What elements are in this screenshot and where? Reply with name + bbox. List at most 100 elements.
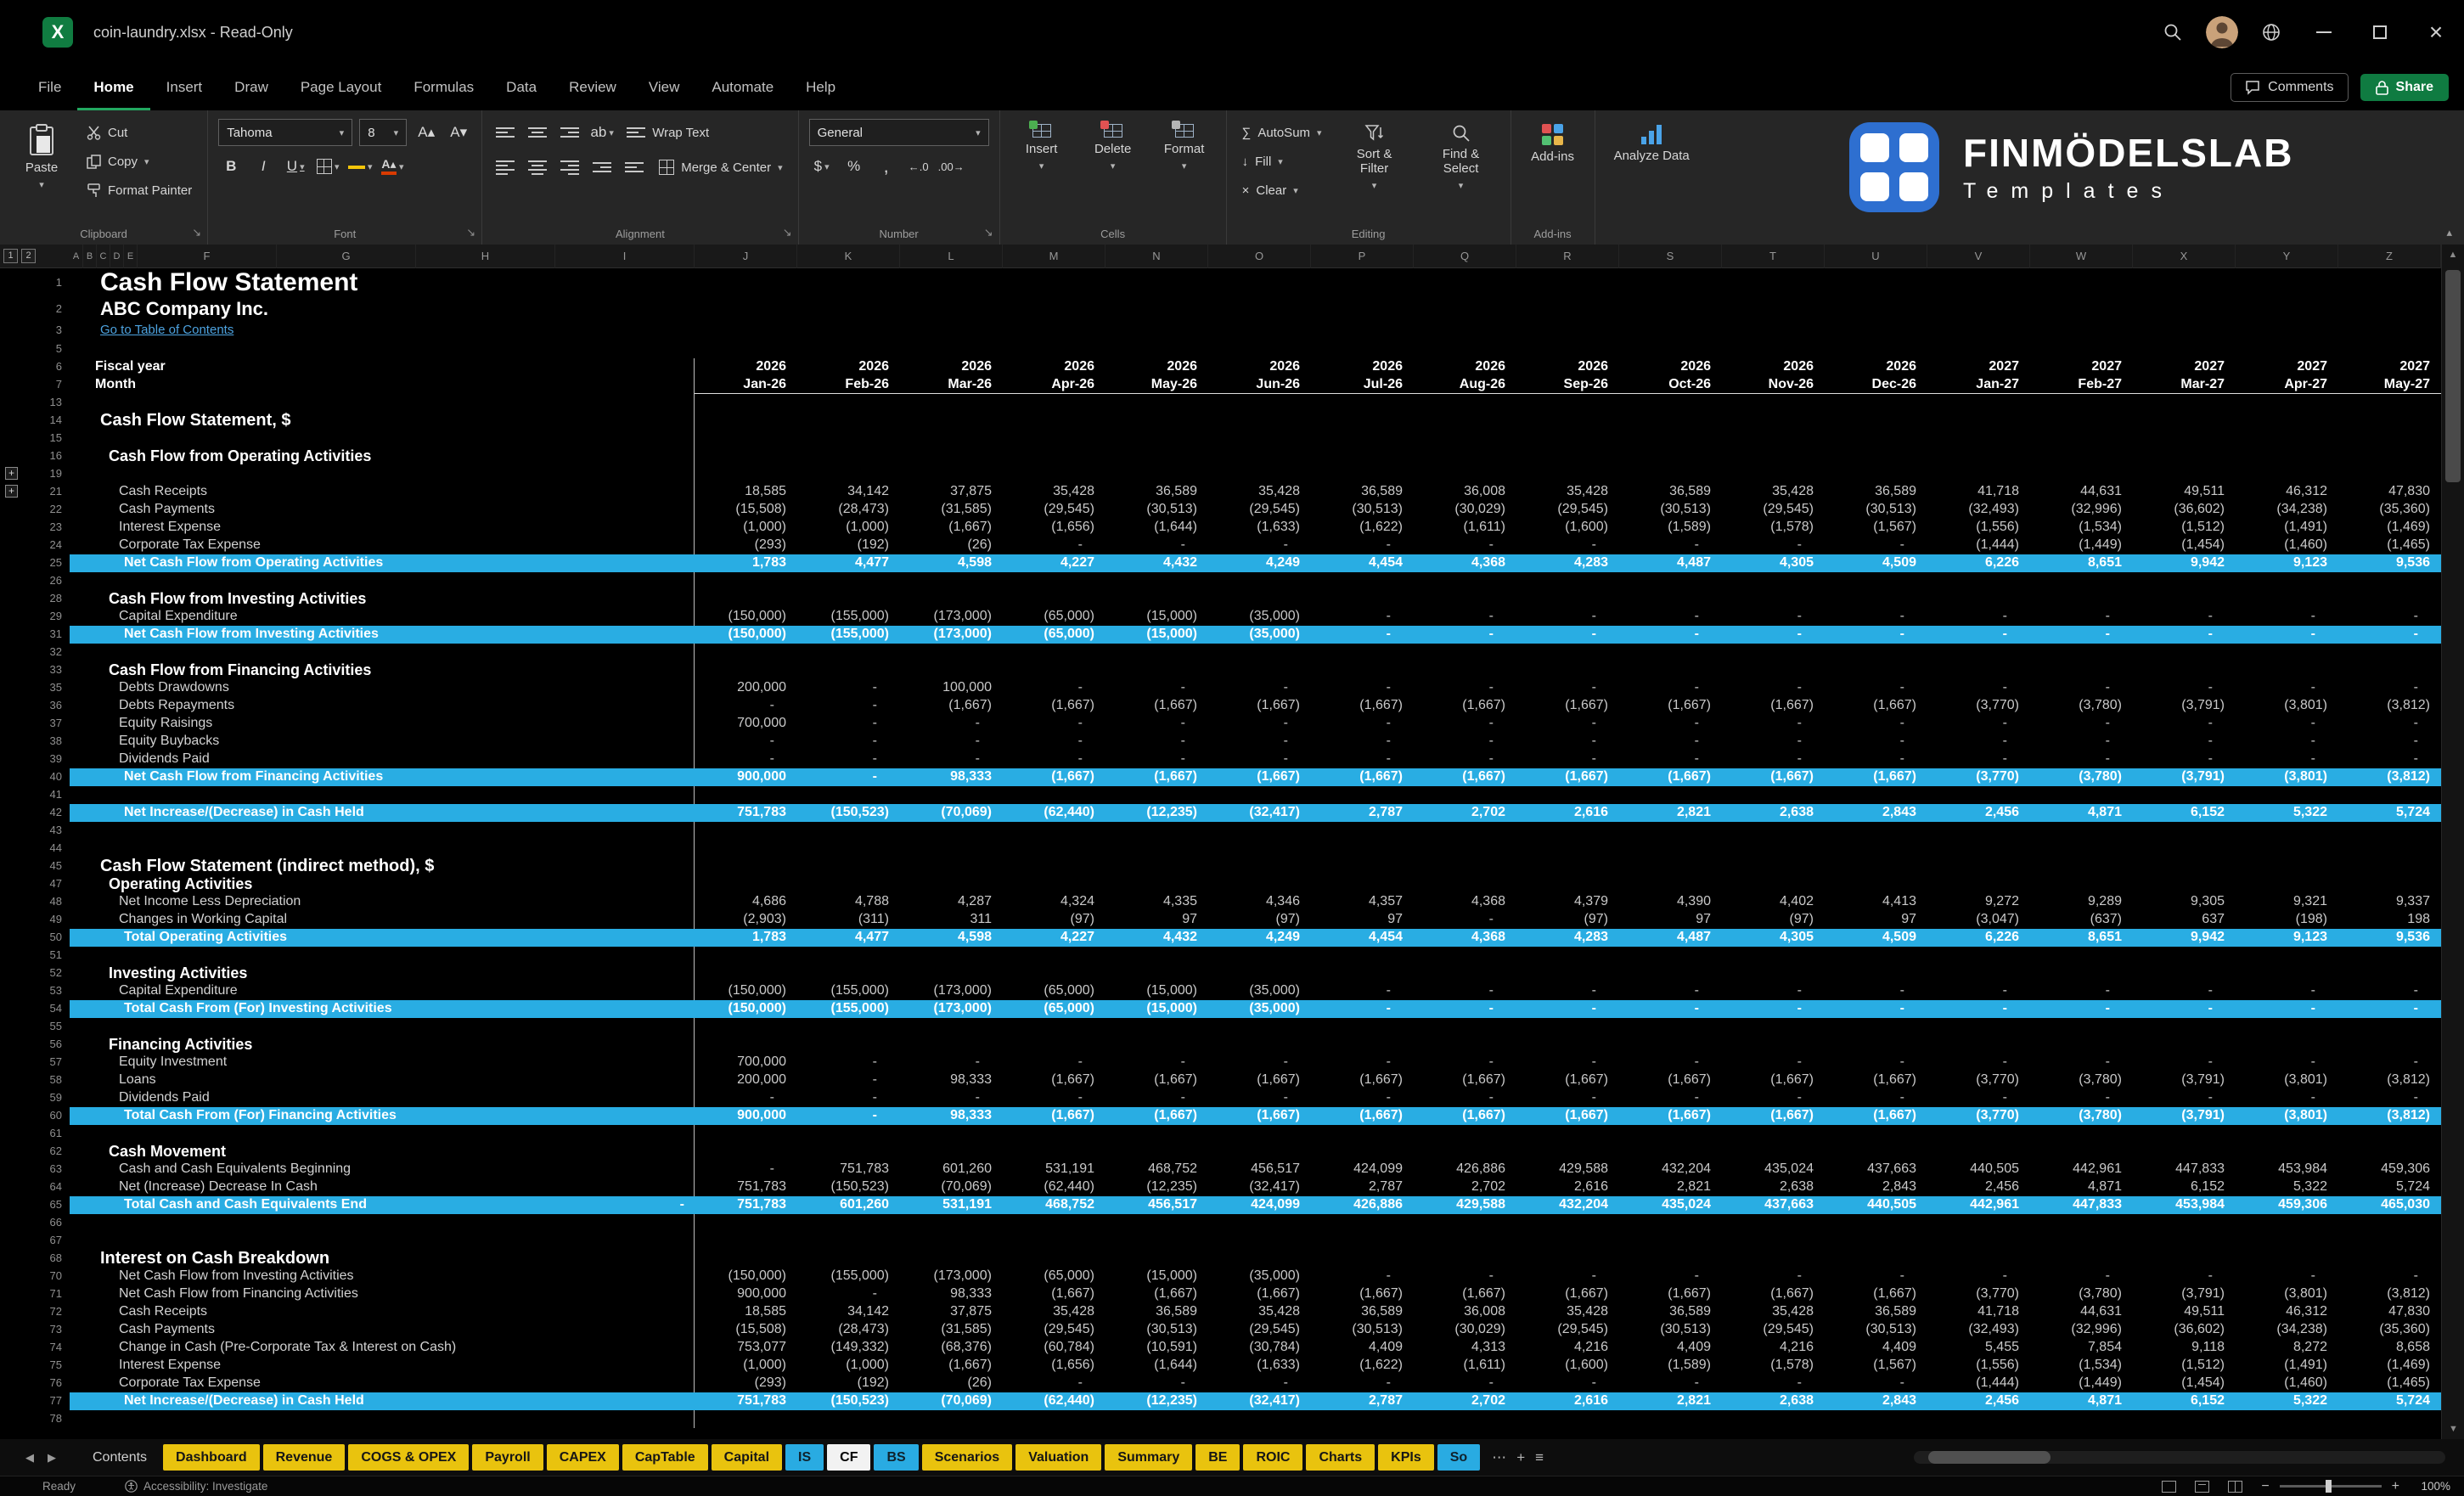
cell-J59[interactable]: - <box>695 1089 797 1107</box>
cell-J38[interactable]: - <box>695 733 797 751</box>
cell-P29[interactable]: - <box>1311 608 1414 626</box>
cell-Y7[interactable]: Apr-27 <box>2236 376 2338 394</box>
row-header-78[interactable]: 78 <box>24 1410 70 1428</box>
cell-R63[interactable]: 429,588 <box>1516 1161 1619 1178</box>
cell-U29[interactable]: - <box>1825 608 1927 626</box>
cell-O24[interactable]: - <box>1208 537 1311 554</box>
cell-Q74[interactable]: 4,313 <box>1414 1339 1516 1357</box>
menu-tab-view[interactable]: View <box>633 65 696 110</box>
cell-N71[interactable]: (1,667) <box>1105 1285 1208 1303</box>
cell-W54[interactable]: - <box>2030 1000 2133 1018</box>
cell-N60[interactable]: (1,667) <box>1105 1107 1208 1125</box>
cell-M59[interactable]: - <box>1003 1089 1105 1107</box>
dialog-launcher-icon[interactable]: ↘ <box>466 226 475 239</box>
cell-V64[interactable]: 2,456 <box>1927 1178 2030 1196</box>
cell-O73[interactable]: (29,545) <box>1208 1321 1311 1339</box>
cell-S6[interactable]: 2026 <box>1619 358 1722 376</box>
cell-N50[interactable]: 4,432 <box>1105 929 1208 947</box>
cell-Z6[interactable]: 2027 <box>2338 358 2441 376</box>
cell-K58[interactable]: - <box>797 1071 900 1089</box>
cell-J73[interactable]: (15,508) <box>695 1321 797 1339</box>
cell-Z39[interactable]: - <box>2338 751 2441 768</box>
column-header-E[interactable]: E <box>124 245 138 268</box>
cell-M38[interactable]: - <box>1003 733 1105 751</box>
cell-R64[interactable]: 2,616 <box>1516 1178 1619 1196</box>
cell-J25[interactable]: 1,783 <box>695 554 797 572</box>
cell-X36[interactable]: (3,791) <box>2133 697 2236 715</box>
cell-Y37[interactable]: - <box>2236 715 2338 733</box>
row-header-2[interactable]: 2 <box>24 297 70 321</box>
cell-Y54[interactable]: - <box>2236 1000 2338 1018</box>
cell-P38[interactable]: - <box>1311 733 1414 751</box>
cell-S59[interactable]: - <box>1619 1089 1722 1107</box>
sheet-tab-scenarios[interactable]: Scenarios <box>922 1444 1012 1471</box>
cell-L74[interactable]: (68,376) <box>900 1339 1003 1357</box>
cell-L63[interactable]: 601,260 <box>900 1161 1003 1178</box>
row-header-73[interactable]: 73 <box>24 1321 70 1339</box>
cell-R38[interactable]: - <box>1516 733 1619 751</box>
cell-Q72[interactable]: 36,008 <box>1414 1303 1516 1321</box>
cell-T42[interactable]: 2,638 <box>1722 804 1825 822</box>
cell-V31[interactable]: - <box>1927 626 2030 644</box>
cell-O6[interactable]: 2026 <box>1208 358 1311 376</box>
cell-Q38[interactable]: - <box>1414 733 1516 751</box>
cell-S63[interactable]: 432,204 <box>1619 1161 1722 1178</box>
cell-J31[interactable]: (150,000) <box>695 626 797 644</box>
row-header-43[interactable]: 43 <box>24 822 70 840</box>
sheet-tab-roic[interactable]: ROIC <box>1243 1444 1302 1471</box>
cell-M64[interactable]: (62,440) <box>1003 1178 1105 1196</box>
cell-U25[interactable]: 4,509 <box>1825 554 1927 572</box>
cell-S40[interactable]: (1,667) <box>1619 768 1722 786</box>
cell-Q25[interactable]: 4,368 <box>1414 554 1516 572</box>
cell-K23[interactable]: (1,000) <box>797 519 900 537</box>
cell-L76[interactable]: (26) <box>900 1375 1003 1392</box>
sheet-tab-revenue[interactable]: Revenue <box>263 1444 346 1471</box>
column-header-V[interactable]: V <box>1927 245 2030 268</box>
cell-V38[interactable]: - <box>1927 733 2030 751</box>
cell-Q76[interactable]: - <box>1414 1375 1516 1392</box>
cell-Y38[interactable]: - <box>2236 733 2338 751</box>
cell-O7[interactable]: Jun-26 <box>1208 376 1311 394</box>
cell-J6[interactable]: 2026 <box>695 358 797 376</box>
cell-X37[interactable]: - <box>2133 715 2236 733</box>
cell-Q48[interactable]: 4,368 <box>1414 893 1516 911</box>
grow-font-button[interactable]: A▴ <box>413 120 439 145</box>
cell-K70[interactable]: (155,000) <box>797 1268 900 1285</box>
cell-T75[interactable]: (1,578) <box>1722 1357 1825 1375</box>
shrink-font-button[interactable]: A▾ <box>446 120 471 145</box>
cell-L31[interactable]: (173,000) <box>900 626 1003 644</box>
page-layout-view-icon[interactable] <box>2195 1481 2209 1493</box>
cell-K29[interactable]: (155,000) <box>797 608 900 626</box>
borders-button[interactable]: ▾ <box>315 154 340 179</box>
cell-T77[interactable]: 2,638 <box>1722 1392 1825 1410</box>
cell-O70[interactable]: (35,000) <box>1208 1268 1311 1285</box>
cell-J58[interactable]: 200,000 <box>695 1071 797 1089</box>
cell-S77[interactable]: 2,821 <box>1619 1392 1722 1410</box>
dialog-launcher-icon[interactable]: ↘ <box>783 226 792 239</box>
cell-J42[interactable]: 751,783 <box>695 804 797 822</box>
cell-P60[interactable]: (1,667) <box>1311 1107 1414 1125</box>
cell-V59[interactable]: - <box>1927 1089 2030 1107</box>
menu-tab-help[interactable]: Help <box>790 65 852 110</box>
cell-U48[interactable]: 4,413 <box>1825 893 1927 911</box>
cell-V39[interactable]: - <box>1927 751 2030 768</box>
cell-J72[interactable]: 18,585 <box>695 1303 797 1321</box>
cell-V23[interactable]: (1,556) <box>1927 519 2030 537</box>
cell-S24[interactable]: - <box>1619 537 1722 554</box>
increase-indent-button[interactable] <box>622 155 647 180</box>
cell-X23[interactable]: (1,512) <box>2133 519 2236 537</box>
cell-O75[interactable]: (1,633) <box>1208 1357 1311 1375</box>
cell-V35[interactable]: - <box>1927 679 2030 697</box>
menu-tab-file[interactable]: File <box>22 65 77 110</box>
cell-S74[interactable]: 4,409 <box>1619 1339 1722 1357</box>
menu-tab-home[interactable]: Home <box>77 65 149 110</box>
row-header-31[interactable]: 31 <box>24 626 70 644</box>
cell-V29[interactable]: - <box>1927 608 2030 626</box>
cell-N49[interactable]: 97 <box>1105 911 1208 929</box>
cell-Z21[interactable]: 47,830 <box>2338 483 2441 501</box>
cell-S22[interactable]: (30,513) <box>1619 501 1722 519</box>
cell-S60[interactable]: (1,667) <box>1619 1107 1722 1125</box>
cell-M54[interactable]: (65,000) <box>1003 1000 1105 1018</box>
cell-U7[interactable]: Dec-26 <box>1825 376 1927 394</box>
cell-N58[interactable]: (1,667) <box>1105 1071 1208 1089</box>
